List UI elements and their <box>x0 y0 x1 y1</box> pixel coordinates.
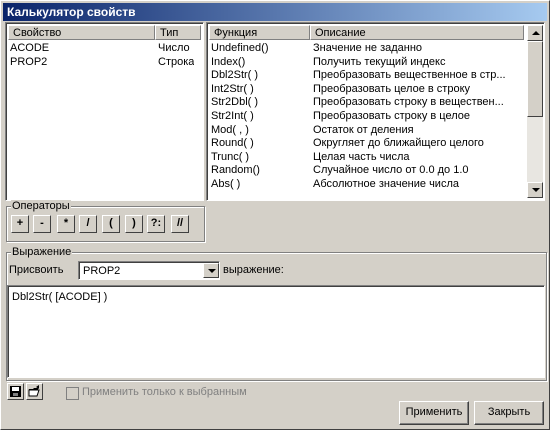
operator-comment-button[interactable]: // <box>171 215 189 233</box>
operator-close-paren-button[interactable]: ) <box>125 215 143 233</box>
function-description: Целая часть числа <box>313 150 410 163</box>
assign-label: Присвоить <box>9 264 64 276</box>
function-description: Получить текущий индекс <box>313 55 446 68</box>
function-name: Str2Dbl( ) <box>211 96 259 109</box>
function-name: Mod( , ) <box>211 123 249 136</box>
operators-label: Операторы <box>11 200 71 212</box>
function-name: Dbl2Str( ) <box>211 69 259 82</box>
function-row[interactable]: Str2Int( ) Преобразовать строку в целое <box>211 110 523 123</box>
function-row[interactable]: Undefined() Значение не заданно <box>211 42 523 55</box>
function-name: Index() <box>211 55 246 68</box>
function-description: Преобразовать вещественное в стр... <box>313 69 506 82</box>
operator-minus-button[interactable]: - <box>33 215 51 233</box>
property-calculator-window: Калькулятор свойств Свойство Тип ACODE Ч… <box>0 0 550 430</box>
column-header-property[interactable]: Свойство <box>8 25 155 40</box>
expression-label: Выражение <box>11 246 73 258</box>
operator-multiply-button[interactable]: * <box>57 215 75 233</box>
scroll-up-button[interactable] <box>527 25 543 41</box>
function-description: Значение не заданно <box>313 42 423 54</box>
assign-select-value: PROP2 <box>83 265 121 277</box>
column-header-function[interactable]: Функция <box>209 25 310 40</box>
function-description: Преобразовать строку в веществен... <box>313 96 504 109</box>
scroll-down-button[interactable] <box>527 182 543 198</box>
floppy-disk-icon <box>10 386 21 397</box>
expression-text: Dbl2Str( [ACODE] ) <box>12 291 108 303</box>
property-type: Строка <box>158 56 195 68</box>
function-description: Преобразовать целое в строку <box>313 82 471 95</box>
assign-dropdown-button[interactable] <box>203 263 219 278</box>
apply-selected-label: Применить только к выбранным <box>82 386 247 398</box>
function-name: Str2Int( ) <box>211 110 254 122</box>
property-row[interactable]: PROP2 Строка <box>10 56 200 69</box>
column-header-type[interactable]: Тип <box>155 25 201 40</box>
function-row[interactable]: Str2Dbl( ) Преобразовать строку в веществ… <box>211 96 523 109</box>
property-row[interactable]: ACODE Число <box>10 42 200 55</box>
function-row[interactable]: Trunc( ) Целая часть числа <box>211 151 523 164</box>
operator-plus-button[interactable]: + <box>11 215 29 233</box>
function-description: Остаток от деления <box>313 123 414 136</box>
close-button[interactable]: Закрыть <box>474 401 544 425</box>
function-description: Абсолютное значение числа <box>313 178 459 190</box>
functions-list[interactable]: Функция Описание Undefined() Значение не … <box>206 22 545 201</box>
functions-scrollbar[interactable] <box>527 25 543 198</box>
expression-inline-label: выражение: <box>223 264 284 276</box>
operator-divide-button[interactable]: / <box>79 215 97 233</box>
function-row[interactable]: Dbl2Str( ) Преобразовать вещественное в с… <box>211 69 523 82</box>
assign-select[interactable]: PROP2 <box>78 261 220 280</box>
function-description: Преобразовать строку в целое <box>313 110 471 122</box>
function-name: Round( ) <box>211 137 254 150</box>
operator-ternary-button[interactable]: ?: <box>147 215 165 233</box>
title-bar: Калькулятор свойств <box>3 3 547 21</box>
open-folder-icon <box>28 385 40 397</box>
property-name: PROP2 <box>10 56 48 68</box>
function-name: Random() <box>211 164 260 177</box>
scroll-thumb[interactable] <box>527 41 543 117</box>
open-button[interactable] <box>26 383 43 400</box>
apply-button[interactable]: Применить <box>399 401 469 425</box>
function-name: Abs( ) <box>211 178 241 190</box>
function-row[interactable]: Abs( ) Абсолютное значение числа <box>211 178 523 191</box>
arrow-down-icon <box>532 188 540 192</box>
function-name: Int2Str( ) <box>211 82 254 95</box>
window-title: Калькулятор свойств <box>7 5 136 19</box>
chevron-down-icon <box>208 269 216 273</box>
function-row[interactable]: Mod( , ) Остаток от деления <box>211 124 523 137</box>
function-description: Округляет до ближайщего целого <box>313 137 484 150</box>
function-name: Trunc( ) <box>211 150 250 163</box>
function-name: Undefined() <box>211 42 269 54</box>
arrow-up-icon <box>532 31 540 35</box>
apply-selected-checkbox[interactable] <box>66 387 79 400</box>
function-row[interactable]: Random() Случайное число от 0.0 до 1.0 <box>211 164 523 177</box>
property-name: ACODE <box>10 42 50 54</box>
function-description: Случайное число от 0.0 до 1.0 <box>313 164 469 177</box>
column-header-description[interactable]: Описание <box>310 25 524 40</box>
function-row[interactable]: Int2Str( ) Преобразовать целое в строку <box>211 83 523 96</box>
expression-editor[interactable]: Dbl2Str( [ACODE] ) <box>7 285 545 378</box>
save-button[interactable] <box>7 383 24 400</box>
operator-open-paren-button[interactable]: ( <box>102 215 120 233</box>
property-type: Число <box>158 42 190 54</box>
function-row[interactable]: Index() Получить текущий индекс <box>211 56 523 69</box>
function-row[interactable]: Round( ) Округляет до ближайщего целого <box>211 137 523 150</box>
properties-list[interactable]: Свойство Тип ACODE Число PROP2 Строка <box>5 22 204 201</box>
